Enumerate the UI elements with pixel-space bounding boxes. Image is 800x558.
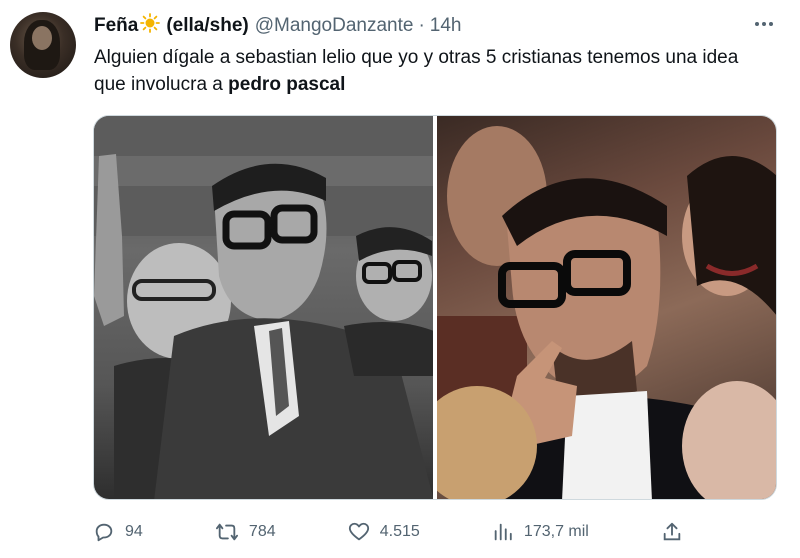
tweet-text: Alguien dígale a sebastian lelio que yo … bbox=[94, 44, 774, 98]
share-button[interactable] bbox=[661, 521, 683, 543]
tweet-actions: 94 784 4.515 173,7 mil bbox=[93, 512, 683, 552]
retweet-count: 784 bbox=[248, 523, 276, 540]
more-options-icon[interactable] bbox=[750, 10, 778, 38]
author-name[interactable]: Feña bbox=[94, 15, 138, 37]
author-pronouns: (ella/she) bbox=[166, 15, 249, 36]
avatar-face bbox=[32, 26, 52, 50]
reply-icon bbox=[93, 521, 115, 543]
tweet-text-main: Alguien dígale a sebastian lelio que yo … bbox=[94, 47, 739, 95]
header-separator: · bbox=[418, 15, 425, 36]
tweet-text-bold: pedro pascal bbox=[228, 74, 346, 95]
views-count: 173,7 mil bbox=[523, 523, 589, 540]
reply-button[interactable]: 94 bbox=[93, 521, 143, 543]
reply-count: 94 bbox=[125, 523, 143, 540]
more-dot bbox=[762, 22, 766, 26]
right-photo[interactable] bbox=[437, 116, 776, 499]
heart-icon bbox=[348, 521, 370, 543]
tweet-time[interactable]: 14h bbox=[430, 15, 462, 37]
left-photo-illustration bbox=[94, 116, 433, 499]
avatar[interactable] bbox=[10, 12, 76, 78]
tweet-media[interactable] bbox=[93, 115, 777, 500]
more-dot bbox=[769, 22, 773, 26]
share-icon bbox=[661, 521, 683, 543]
retweet-button[interactable]: 784 bbox=[215, 521, 276, 543]
tweet-header: Feña (ella/she) @MangoDanzante · 14h bbox=[94, 12, 780, 40]
more-dot bbox=[755, 22, 759, 26]
retweet-icon bbox=[215, 521, 239, 543]
like-button[interactable]: 4.515 bbox=[348, 521, 420, 543]
left-photo[interactable] bbox=[94, 116, 433, 499]
sun-emoji-icon bbox=[140, 13, 161, 39]
like-count: 4.515 bbox=[379, 523, 420, 540]
right-photo-illustration bbox=[437, 126, 776, 499]
author-handle[interactable]: @MangoDanzante bbox=[255, 15, 414, 37]
views-icon bbox=[492, 521, 514, 543]
views-button[interactable]: 173,7 mil bbox=[492, 521, 589, 543]
